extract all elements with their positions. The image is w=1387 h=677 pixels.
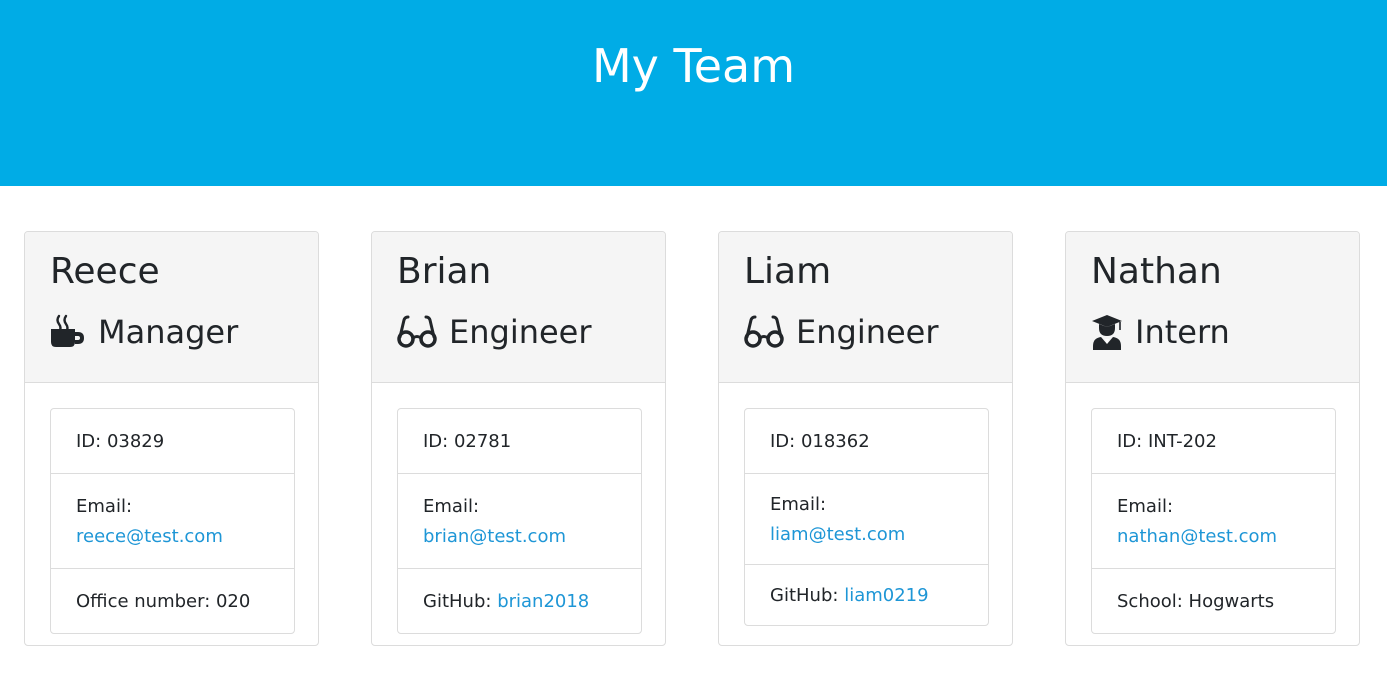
card-header: Brian Engineer bbox=[372, 232, 665, 383]
member-role-label: Manager bbox=[98, 313, 239, 351]
email-link[interactable]: liam@test.com bbox=[770, 524, 905, 545]
graduate-icon bbox=[1091, 314, 1123, 350]
team-member-card: Liam Engineer ID: 018362 Email: liam@tes… bbox=[718, 231, 1013, 646]
email-link[interactable]: brian@test.com bbox=[423, 526, 566, 547]
member-name: Nathan bbox=[1091, 251, 1222, 292]
member-email-row: Email: nathan@test.com bbox=[1092, 474, 1335, 569]
member-id: ID: INT-202 bbox=[1092, 409, 1335, 474]
member-id: ID: 03829 bbox=[51, 409, 294, 474]
member-email-row: Email: reece@test.com bbox=[51, 474, 294, 569]
member-name: Brian bbox=[397, 251, 492, 292]
member-id: ID: 018362 bbox=[745, 409, 988, 474]
team-member-card: Nathan Intern ID: INT-202 Email: nathan@… bbox=[1065, 231, 1360, 646]
card-header: Nathan Intern bbox=[1066, 232, 1359, 383]
email-link[interactable]: reece@test.com bbox=[76, 526, 223, 547]
member-name: Reece bbox=[50, 251, 160, 292]
github-link[interactable]: liam0219 bbox=[844, 585, 928, 606]
github-row: GitHub: liam0219 bbox=[745, 565, 988, 625]
member-role: Manager bbox=[50, 312, 238, 352]
card-header: Reece Manager bbox=[25, 232, 318, 383]
member-email-row: Email: brian@test.com bbox=[398, 474, 641, 569]
member-details: ID: 018362 Email: liam@test.com GitHub: … bbox=[744, 408, 989, 626]
member-role: Engineer bbox=[397, 312, 592, 352]
member-email-row: Email: liam@test.com bbox=[745, 474, 988, 565]
glasses-icon bbox=[744, 314, 784, 350]
team-member-card: Brian Engineer ID: 02781 Email: brian@te… bbox=[371, 231, 666, 646]
card-header: Liam Engineer bbox=[719, 232, 1012, 383]
member-role: Engineer bbox=[744, 312, 939, 352]
page-title: My Team bbox=[591, 39, 796, 93]
team-member-card: Reece Manager ID: 03829 Email: reece@tes… bbox=[24, 231, 319, 646]
email-label: Email: bbox=[770, 494, 827, 515]
member-role-label: Intern bbox=[1135, 313, 1230, 351]
mug-icon bbox=[50, 314, 86, 350]
email-label: Email: bbox=[76, 496, 133, 517]
member-details: ID: INT-202 Email: nathan@test.com Schoo… bbox=[1091, 408, 1336, 634]
github-label: GitHub: bbox=[770, 585, 839, 606]
glasses-icon bbox=[397, 314, 437, 350]
email-label: Email: bbox=[1117, 496, 1174, 517]
member-name: Liam bbox=[744, 251, 832, 292]
page-header: My Team bbox=[0, 0, 1387, 186]
member-role: Intern bbox=[1091, 312, 1230, 352]
office-number: Office number: 020 bbox=[76, 591, 251, 612]
github-link[interactable]: brian2018 bbox=[497, 591, 589, 612]
email-link[interactable]: nathan@test.com bbox=[1117, 526, 1277, 547]
member-id: ID: 02781 bbox=[398, 409, 641, 474]
member-details: ID: 03829 Email: reece@test.com Office n… bbox=[50, 408, 295, 634]
member-role-label: Engineer bbox=[796, 313, 939, 351]
email-label: Email: bbox=[423, 496, 480, 517]
github-label: GitHub: bbox=[423, 591, 492, 612]
school-row: School: Hogwarts bbox=[1117, 591, 1275, 612]
member-role-label: Engineer bbox=[449, 313, 592, 351]
member-details: ID: 02781 Email: brian@test.com GitHub: … bbox=[397, 408, 642, 634]
github-row: GitHub: brian2018 bbox=[398, 569, 641, 633]
